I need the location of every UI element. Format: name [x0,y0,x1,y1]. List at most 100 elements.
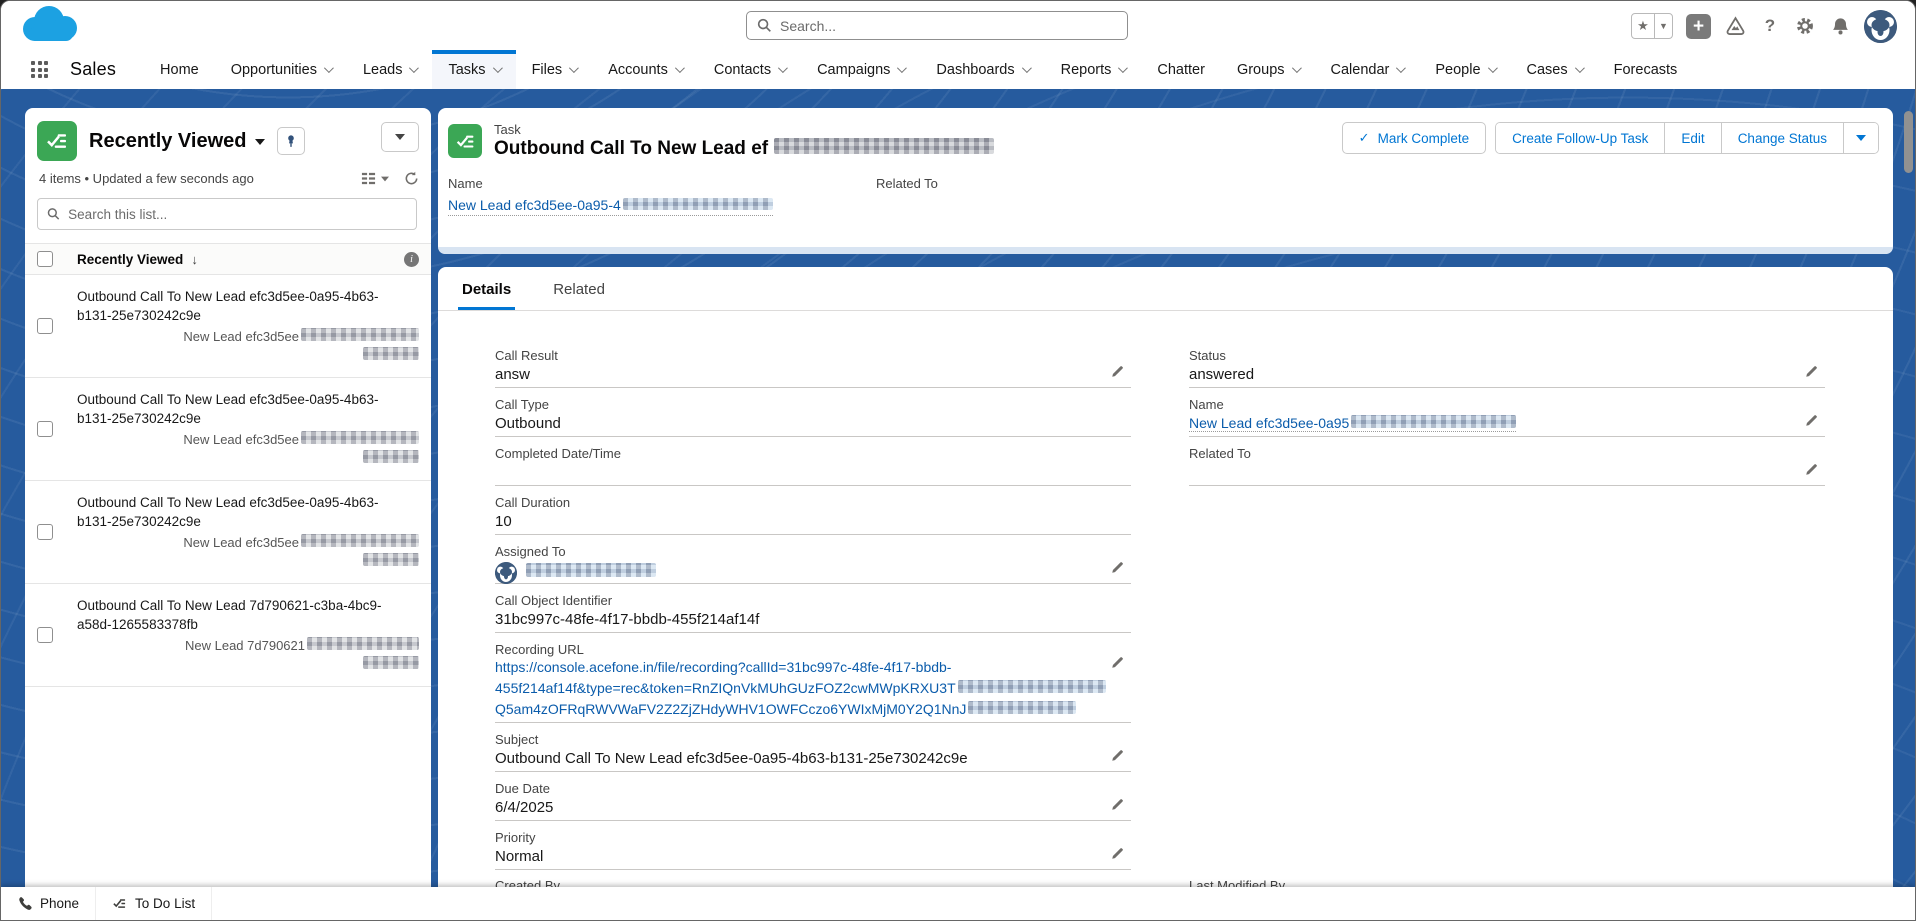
edit-pencil-icon[interactable] [1804,462,1819,477]
chevron-down-icon[interactable] [1487,63,1497,73]
field-recording-url: Recording URL https://console.acefone.in… [495,633,1131,723]
nav-tab-accounts[interactable]: Accounts [592,50,698,89]
list-view-title[interactable]: Recently Viewed [89,130,246,153]
redacted-text [301,534,419,547]
record-detail-card: Details Related Call Result answ Call Ty… [438,267,1893,920]
redacted-text [968,701,1076,714]
list-search-input[interactable] [68,207,407,222]
record-title: Outbound Call To New Lead ef [494,138,994,160]
edit-pencil-icon[interactable] [1110,655,1125,670]
nav-tab-files[interactable]: Files [516,50,593,89]
list-item[interactable]: Outbound Call To New Lead efc3d5ee-0a95-… [25,275,431,378]
star-icon[interactable]: ★ [1632,14,1654,38]
row-checkbox[interactable] [37,318,53,334]
chevron-down-icon[interactable] [1022,63,1032,73]
global-actions-button[interactable]: + [1686,14,1711,39]
nav-tab-home[interactable]: Home [144,50,215,89]
global-search[interactable] [746,11,1128,40]
nav-tab-contacts[interactable]: Contacts [698,50,801,89]
row-checkbox[interactable] [37,421,53,437]
chevron-down-icon[interactable] [324,63,334,73]
chevron-down-icon[interactable] [1291,63,1301,73]
help-icon[interactable]: ? [1759,14,1781,38]
row-checkbox[interactable] [37,524,53,540]
highlight-related-to-label: Related To [876,176,1879,191]
select-all-checkbox[interactable] [37,251,53,267]
trailhead-help-icon[interactable] [1724,14,1746,38]
setup-gear-icon[interactable] [1794,14,1816,38]
refresh-button[interactable] [404,171,419,186]
tab-details[interactable]: Details [462,281,511,310]
redacted-text [363,347,419,360]
chevron-down-icon[interactable] [897,63,907,73]
nav-tab-groups[interactable]: Groups [1221,50,1315,89]
row-checkbox[interactable] [37,627,53,643]
nav-tab-dashboards[interactable]: Dashboards [920,50,1044,89]
list-item[interactable]: Outbound Call To New Lead 7d790621-c3ba-… [25,584,431,687]
nav-tab-forecasts[interactable]: Forecasts [1598,50,1694,89]
chevron-down-icon[interactable] [1118,63,1128,73]
mark-complete-button[interactable]: ✓Mark Complete [1342,122,1486,154]
phone-icon [17,896,32,911]
highlight-name-link[interactable]: New Lead efc3d5ee-0a95-4 [448,197,773,216]
chevron-down-icon[interactable] [569,63,579,73]
nav-tab-chatter[interactable]: Chatter [1141,50,1221,89]
edit-button[interactable]: Edit [1664,123,1720,153]
global-search-input[interactable] [780,18,1117,34]
list-view-controls-button[interactable] [381,122,419,152]
edit-pencil-icon[interactable] [1110,560,1125,575]
more-actions-caret-button[interactable] [1843,123,1878,153]
edit-pencil-icon[interactable] [1110,846,1125,861]
list-item[interactable]: Outbound Call To New Lead efc3d5ee-0a95-… [25,481,431,584]
nav-tab-calendar[interactable]: Calendar [1315,50,1420,89]
change-status-button[interactable]: Change Status [1721,123,1843,153]
pin-list-button[interactable] [277,127,305,155]
edit-pencil-icon[interactable] [1804,413,1819,428]
nav-tab-campaigns[interactable]: Campaigns [801,50,920,89]
recording-url-link[interactable]: Q5am4zOFRqRWVWaFV2Z2ZjZHdyWHV1OWFCczo6YW… [495,699,1131,720]
chevron-down-icon[interactable] [1575,63,1585,73]
edit-pencil-icon[interactable] [1110,364,1125,379]
list-item[interactable]: Outbound Call To New Lead efc3d5ee-0a95-… [25,378,431,481]
sort-descending-icon[interactable]: ↓ [191,252,198,267]
chevron-down-icon[interactable] [1396,63,1406,73]
utility-phone[interactable]: Phone [1,887,96,920]
utility-to-do-list[interactable]: To Do List [96,887,212,920]
favorites-button[interactable]: ★ ▼ [1631,13,1673,39]
nav-tab-people[interactable]: People [1419,50,1510,89]
recording-url-link[interactable]: https://console.acefone.in/file/recordin… [495,657,1131,678]
field-call-object-identifier: Call Object Identifier 31bc997c-48fe-4f1… [495,584,1131,633]
info-icon[interactable]: i [404,252,419,267]
chevron-down-icon[interactable] [778,63,788,73]
display-as-button[interactable] [361,171,390,186]
app-name[interactable]: Sales [70,59,116,80]
list-column-header[interactable]: Recently Viewed ↓ i [25,243,431,275]
nav-tab-tasks[interactable]: Tasks [432,50,515,89]
chevron-down-icon[interactable] [409,63,419,73]
nav-tab-cases[interactable]: Cases [1511,50,1598,89]
tab-related[interactable]: Related [553,281,605,310]
favorites-caret-icon[interactable]: ▼ [1654,14,1672,38]
create-follow-up-task-button[interactable]: Create Follow-Up Task [1496,123,1664,153]
recording-url-link[interactable]: 455f214af14f&type=rec&token=RnZIQnVkMUhG… [495,678,1131,699]
edit-pencil-icon[interactable] [1110,748,1125,763]
list-search[interactable] [37,198,417,230]
nav-tab-opportunities[interactable]: Opportunities [215,50,347,89]
nav-tab-leads[interactable]: Leads [347,50,433,89]
vertical-scrollbar[interactable] [1904,111,1913,173]
chevron-down-icon[interactable] [493,63,503,73]
nav-tab-reports[interactable]: Reports [1045,50,1142,89]
notifications-bell-icon[interactable] [1829,14,1851,38]
user-avatar[interactable] [1864,10,1897,43]
app-launcher-waffle-icon[interactable] [31,61,48,78]
assignee-avatar[interactable] [495,562,517,584]
name-link[interactable]: New Lead efc3d5ee-0a95 [1189,415,1516,432]
redacted-text [363,656,419,669]
salesforce-logo-icon[interactable] [19,3,81,47]
display-as-icon [361,171,376,186]
edit-pencil-icon[interactable] [1804,364,1819,379]
search-icon [47,207,60,221]
chevron-down-icon[interactable] [675,63,685,73]
list-view-caret-icon[interactable] [255,132,265,150]
edit-pencil-icon[interactable] [1110,797,1125,812]
